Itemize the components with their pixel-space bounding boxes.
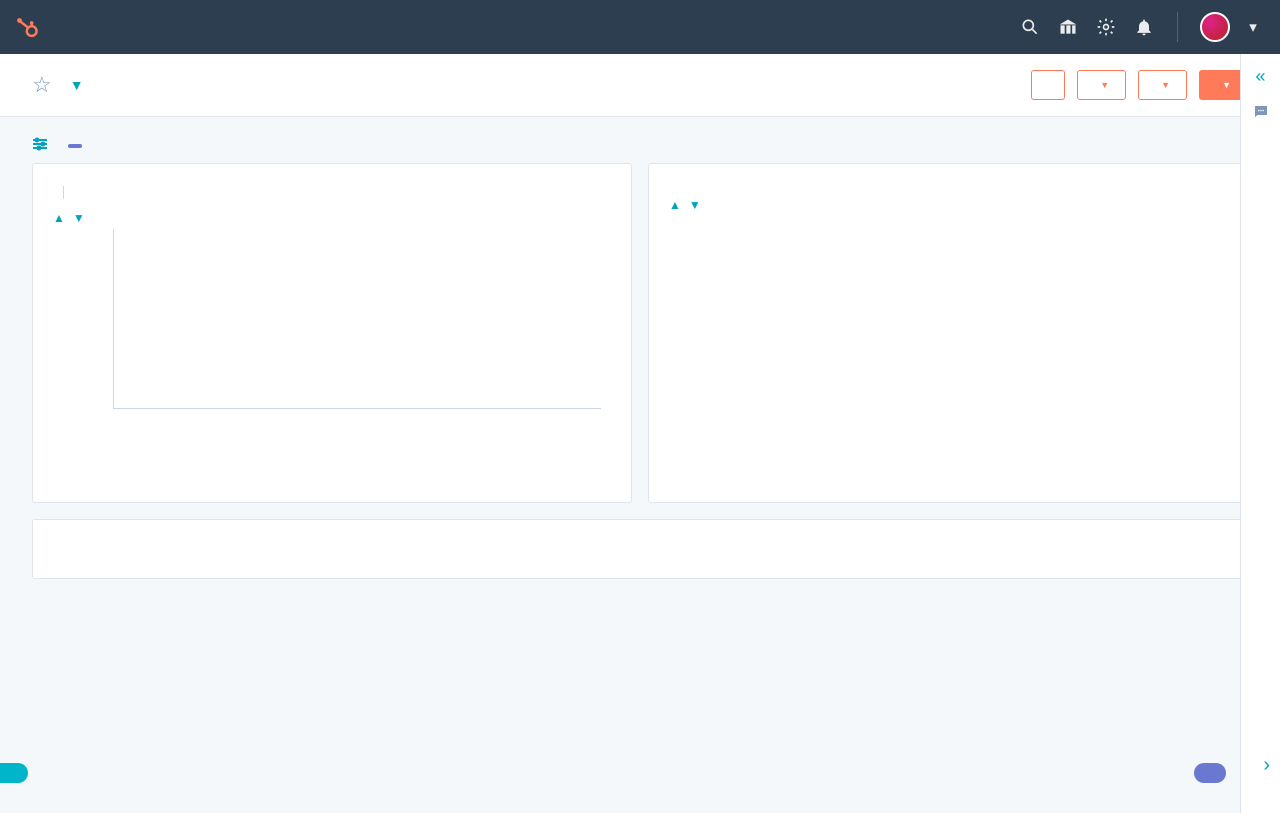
page-header: ☆ ▼ ▼ ▼ ▼ [0,54,1280,117]
pager-prev-icon[interactable]: ▲ [53,211,65,225]
pager-prev-icon[interactable]: ▲ [669,198,681,212]
account-menu-chevron-icon[interactable]: ▾ [1246,16,1260,38]
beta-badge [68,144,82,148]
create-dashboard-button[interactable] [1031,70,1065,100]
search-icon[interactable] [1019,16,1041,38]
right-rail: « [1240,54,1280,813]
top-nav: ▾ [0,0,1280,54]
line-chart [53,229,611,469]
help-pill[interactable] [1194,763,1226,783]
user-avatar[interactable] [1200,12,1230,42]
donut-chart [669,218,1227,478]
comments-icon[interactable] [1252,103,1270,126]
hubspot-logo-icon[interactable] [12,13,40,41]
filter-icon[interactable] [32,137,48,155]
chevron-down-icon: ▼ [70,77,84,93]
actions-button[interactable]: ▼ [1077,70,1126,100]
pager-next-icon[interactable]: ▼ [689,198,701,212]
dashboard-title-dropdown[interactable]: ▼ [62,77,84,93]
collapse-rail-icon[interactable]: « [1255,66,1265,87]
notifications-icon[interactable] [1133,16,1155,38]
pager-next-icon[interactable]: ▼ [73,211,85,225]
card-contact-lifecycle-funnel [32,519,1248,579]
legend-pager: ▲ ▼ [669,198,1227,212]
expand-rail-icon[interactable]: › [1263,754,1270,777]
marketplace-icon[interactable] [1057,16,1079,38]
card-mql-by-source: ▲ ▼ [648,163,1248,503]
beta-pill[interactable] [0,763,28,783]
favorite-star-icon[interactable]: ☆ [32,72,52,98]
card-new-mql-leads: ▲ ▼ [32,163,632,503]
legend-pager: ▲ ▼ [53,211,611,225]
share-button[interactable]: ▼ [1138,70,1187,100]
settings-icon[interactable] [1095,16,1117,38]
nav-divider [1177,12,1178,42]
